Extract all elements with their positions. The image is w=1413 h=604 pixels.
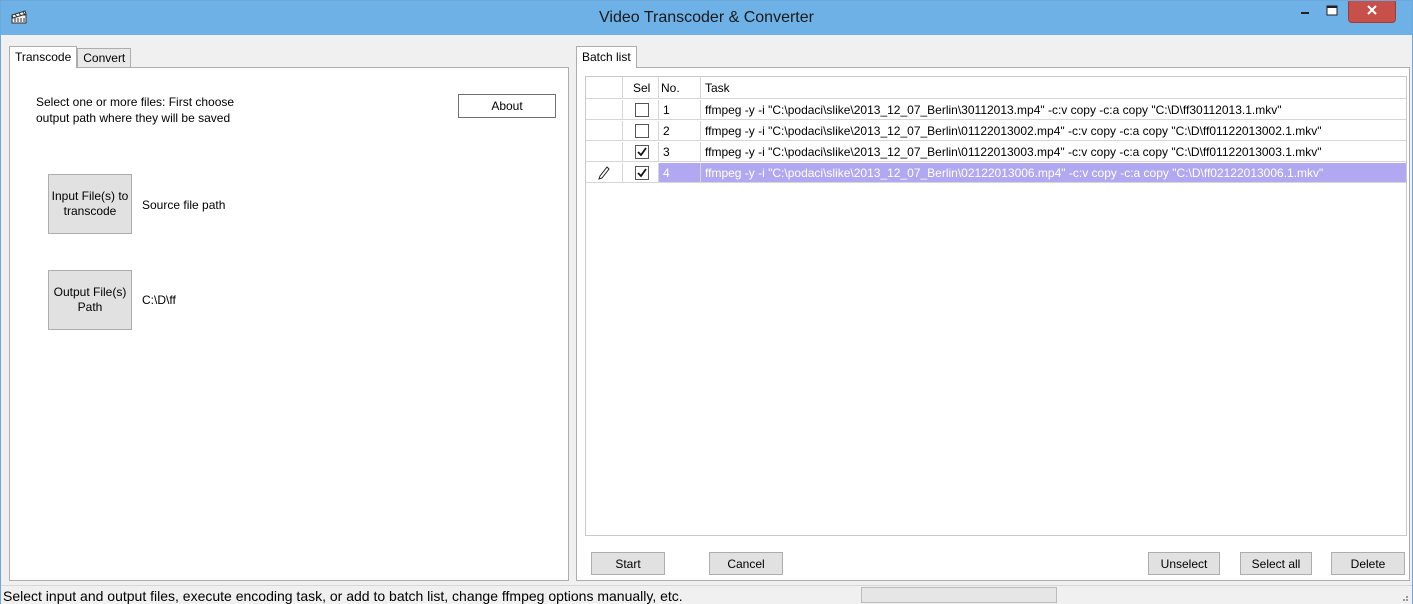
row-handle[interactable] bbox=[586, 142, 623, 161]
clapperboard-icon[interactable] bbox=[11, 10, 27, 24]
instructions-text: Select one or more files: First choose o… bbox=[36, 95, 235, 125]
close-button[interactable] bbox=[1348, 1, 1396, 23]
sel-cell bbox=[623, 100, 659, 119]
sel-cell bbox=[623, 121, 659, 140]
row-checkbox[interactable] bbox=[635, 103, 649, 117]
tab-batch-list[interactable]: Batch list bbox=[576, 46, 637, 68]
grid-header: Sel No. Task bbox=[586, 77, 1406, 99]
row-checkbox[interactable] bbox=[635, 145, 649, 159]
row-header-column bbox=[586, 77, 623, 98]
about-button[interactable]: About bbox=[458, 94, 556, 118]
select-all-button[interactable]: Select all bbox=[1240, 552, 1312, 575]
row-checkbox[interactable] bbox=[635, 124, 649, 138]
row-number: 4 bbox=[659, 163, 701, 182]
pencil-icon bbox=[598, 166, 610, 182]
row-number: 3 bbox=[659, 142, 701, 161]
resize-grip-icon[interactable] bbox=[1399, 590, 1409, 602]
unselect-button[interactable]: Unselect bbox=[1148, 552, 1220, 575]
column-header-no[interactable]: No. bbox=[659, 77, 701, 98]
table-row[interactable]: 2 ffmpeg -y -i "C:\podaci\slike\2013_12_… bbox=[586, 121, 1406, 141]
row-task[interactable]: ffmpeg -y -i "C:\podaci\slike\2013_12_07… bbox=[701, 163, 1406, 182]
delete-button[interactable]: Delete bbox=[1331, 552, 1405, 575]
row-handle[interactable] bbox=[586, 100, 623, 119]
table-row[interactable]: 4 ffmpeg -y -i "C:\podaci\slike\2013_12_… bbox=[586, 163, 1406, 183]
batch-list-panel: Sel No. Task 1 ffmpeg -y -i "C:\podaci\s… bbox=[576, 67, 1410, 581]
maximize-button[interactable] bbox=[1319, 1, 1345, 23]
window-title: Video Transcoder & Converter bbox=[599, 9, 814, 26]
row-task[interactable]: ffmpeg -y -i "C:\podaci\slike\2013_12_07… bbox=[701, 142, 1406, 161]
cancel-button[interactable]: Cancel bbox=[709, 552, 783, 575]
row-handle[interactable] bbox=[586, 163, 623, 182]
maximize-icon bbox=[1326, 5, 1338, 19]
column-header-task[interactable]: Task bbox=[701, 77, 1406, 98]
batch-grid[interactable]: Sel No. Task 1 ffmpeg -y -i "C:\podaci\s… bbox=[585, 76, 1407, 536]
status-text: Select input and output files, execute e… bbox=[3, 588, 683, 604]
status-bar: Select input and output files, execute e… bbox=[1, 585, 1412, 604]
row-checkbox[interactable] bbox=[635, 166, 649, 180]
title-bar[interactable]: Video Transcoder & Converter bbox=[1, 1, 1412, 35]
sel-cell bbox=[623, 142, 659, 161]
start-button[interactable]: Start bbox=[591, 552, 665, 575]
input-files-button[interactable]: Input File(s) to transcode bbox=[48, 174, 132, 234]
row-task[interactable]: ffmpeg -y -i "C:\podaci\slike\2013_12_07… bbox=[701, 121, 1406, 140]
minimize-icon bbox=[1300, 5, 1310, 19]
row-number: 2 bbox=[659, 121, 701, 140]
row-task[interactable]: ffmpeg -y -i "C:\podaci\slike\2013_12_07… bbox=[701, 100, 1406, 119]
tab-convert[interactable]: Convert bbox=[77, 48, 132, 68]
column-header-sel[interactable]: Sel bbox=[623, 77, 659, 98]
close-icon bbox=[1366, 4, 1378, 19]
output-path-label: C:\D\ff bbox=[142, 293, 176, 307]
row-number: 1 bbox=[659, 100, 701, 119]
app-window: Video Transcoder & Converter Transcode C… bbox=[0, 0, 1413, 604]
output-path-button[interactable]: Output File(s) Path bbox=[48, 270, 132, 330]
row-handle[interactable] bbox=[586, 121, 623, 140]
right-tabstrip: Batch list bbox=[576, 46, 637, 68]
table-row[interactable]: 1 ffmpeg -y -i "C:\podaci\slike\2013_12_… bbox=[586, 100, 1406, 120]
sel-cell bbox=[623, 163, 659, 182]
table-row[interactable]: 3 ffmpeg -y -i "C:\podaci\slike\2013_12_… bbox=[586, 142, 1406, 162]
transcode-panel: Select one or more files: First choose o… bbox=[9, 67, 569, 581]
tab-transcode[interactable]: Transcode bbox=[9, 46, 78, 68]
minimize-button[interactable] bbox=[1291, 1, 1319, 23]
left-tabstrip: Transcode Convert bbox=[9, 46, 132, 68]
checkmark-icon bbox=[637, 168, 647, 178]
source-path-label: Source file path bbox=[142, 198, 226, 212]
progress-bar bbox=[861, 587, 1057, 603]
checkmark-icon bbox=[637, 147, 647, 157]
